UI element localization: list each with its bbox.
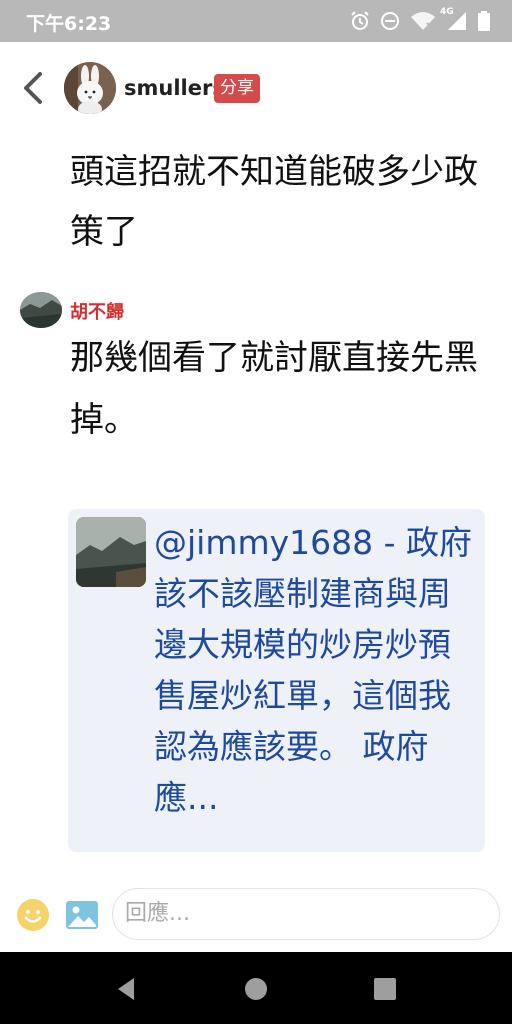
comment-body: 那幾個看了就討厭直接先黑掉。 <box>70 338 478 440</box>
network-type: 4G <box>440 7 468 31</box>
quoted-post-card[interactable]: @jimmy1688 - 政府該不該壓制建商與周邊大規模的炒房炒預售屋炒紅單，這… <box>68 509 485 852</box>
reply-input[interactable]: 回應... <box>112 888 500 940</box>
post-header: smullers 分享 <box>0 42 512 134</box>
do-not-disturb-icon <box>381 12 399 30</box>
wifi-icon <box>411 12 435 30</box>
reply-bar: 回應... <box>0 884 512 948</box>
image-upload-icon[interactable] <box>65 898 99 932</box>
commenter-avatar[interactable] <box>20 292 62 328</box>
share-badge[interactable]: 分享 <box>214 74 260 103</box>
nav-home-icon[interactable] <box>241 974 271 1004</box>
status-bar: 下午6:23 4G <box>0 0 512 42</box>
signal-icon <box>448 12 466 30</box>
status-time: 下午6:23 <box>26 13 112 35</box>
nav-recents-icon[interactable] <box>370 974 400 1004</box>
status-icons: 4G <box>350 7 490 32</box>
post-username[interactable]: smullers <box>124 76 225 100</box>
emoji-icon[interactable] <box>16 898 50 932</box>
quoted-post-text[interactable]: @jimmy1688 - 政府該不該壓制建商與周邊大規模的炒房炒預售屋炒紅單，這… <box>154 517 478 823</box>
system-nav-bar <box>0 952 512 1024</box>
user-avatar[interactable] <box>64 62 116 114</box>
back-arrow-icon[interactable] <box>18 70 48 106</box>
battery-icon <box>478 11 490 31</box>
bunny-avatar-image <box>64 62 116 114</box>
landscape-avatar-image <box>20 292 62 328</box>
mountain-thumbnail-image <box>76 517 146 587</box>
post-body: 頭這招就不知道能破多少政策了 <box>70 152 478 252</box>
quoted-post-thumbnail <box>76 517 146 587</box>
comment-author[interactable]: 胡不歸 <box>70 298 124 324</box>
nav-back-icon[interactable] <box>112 974 142 1004</box>
alarm-icon <box>351 11 369 30</box>
